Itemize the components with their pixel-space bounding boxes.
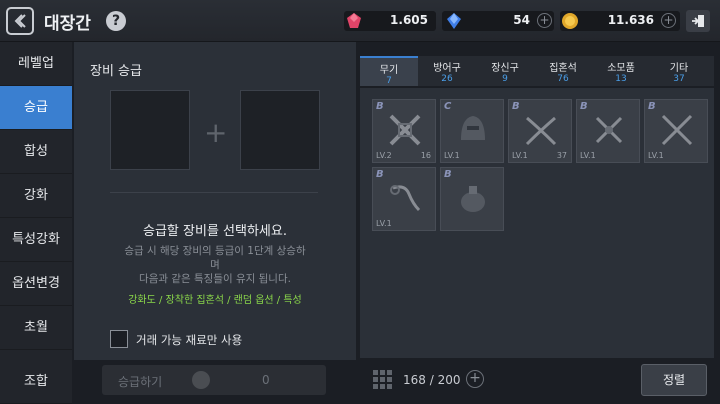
- tab-count: 13: [615, 74, 627, 84]
- promotion-description: 승급 시 해당 장비의 등급이 1단계 상승하 며 다음과 같은 특징들이 유지…: [104, 244, 326, 286]
- item-grade: B: [648, 101, 656, 112]
- crossed-swords-icon: [389, 114, 421, 146]
- inventory-item[interactable]: B LV.1: [644, 99, 708, 163]
- target-equipment-slot[interactable]: [110, 90, 190, 170]
- tab-count: 76: [557, 74, 569, 84]
- item-level: LV.1: [444, 151, 460, 160]
- tradable-only-label[interactable]: 거래 가능 재료만 사용: [136, 332, 242, 348]
- add-gold-button[interactable]: +: [661, 13, 676, 28]
- inventory-item[interactable]: B LV.1: [372, 167, 436, 231]
- gem-amount: 54: [513, 13, 530, 27]
- item-level: LV.1: [648, 151, 664, 160]
- tab-weapon[interactable]: 무기 7: [360, 56, 418, 86]
- tab-soulstone[interactable]: 집혼석 76: [534, 56, 592, 86]
- sidebar: 레벨업 승급 합성 강화 특성강화 옵션변경 초월 조합: [0, 42, 72, 404]
- chain-whip-icon: [390, 185, 421, 212]
- desc-line-3: 다음과 같은 특징들이 유지 됩니다.: [139, 273, 291, 285]
- tab-label: 무기: [379, 65, 399, 76]
- gold-coin-icon: [562, 13, 578, 29]
- back-button[interactable]: [6, 7, 34, 35]
- crossed-blades-icon: [661, 114, 693, 146]
- item-level: LV.1: [376, 219, 392, 228]
- sort-button[interactable]: 정렬: [641, 364, 707, 396]
- back-arrow-icon: [14, 14, 26, 28]
- promotion-panel: 장비 승급 + 승급할 장비를 선택하세요. 승급 시 해당 장비의 등급이 1…: [74, 42, 356, 360]
- sidebar-item-transcend[interactable]: 초월: [0, 306, 72, 350]
- armored-helm-icon: [461, 116, 485, 140]
- tab-label: 집혼석: [549, 63, 577, 74]
- tab-count: 37: [673, 74, 685, 84]
- inventory-capacity: 168 / 200: [403, 373, 461, 387]
- sidebar-item-enhance[interactable]: 강화: [0, 174, 72, 218]
- add-gem-button[interactable]: +: [537, 13, 552, 28]
- inventory-item[interactable]: B LV.2 16: [372, 99, 436, 163]
- retained-features: 강화도 / 장착한 집혼석 / 랜덤 옵션 / 특성: [128, 295, 302, 306]
- tab-etc[interactable]: 기타 37: [650, 56, 708, 86]
- item-grade: B: [376, 169, 384, 180]
- gold-amount: 11.636: [607, 13, 654, 27]
- tab-label: 방어구: [433, 63, 461, 74]
- tab-armor[interactable]: 방어구 26: [418, 56, 476, 86]
- divider: [110, 192, 318, 193]
- tab-count: 9: [502, 74, 508, 84]
- exit-door-icon: [692, 15, 704, 27]
- gold-coin-icon: [192, 371, 210, 389]
- sidebar-item-option-change[interactable]: 옵션변경: [0, 262, 72, 306]
- tab-label: 소모품: [607, 63, 635, 74]
- promote-cost: 0: [262, 373, 270, 387]
- material-equipment-slot[interactable]: [240, 90, 320, 170]
- exit-button[interactable]: [686, 10, 710, 32]
- tab-label: 장신구: [491, 63, 519, 74]
- inventory-grid-icon: [373, 370, 392, 389]
- tab-accessory[interactable]: 장신구 9: [476, 56, 534, 86]
- item-grade: B: [512, 101, 520, 112]
- category-tabs: 무기 7 방어구 26 장신구 9 집혼석 76 소모품 13 기타 37: [360, 56, 714, 86]
- desc-line-1: 승급 시 해당 장비의 등급이 1단계 상승하: [124, 245, 306, 257]
- plus-sign: +: [204, 116, 228, 149]
- page-title: 대장간: [44, 14, 91, 34]
- item-grade: B: [444, 169, 452, 180]
- select-prompt: 승급할 장비를 선택하세요.: [143, 224, 287, 239]
- item-grade: C: [444, 101, 452, 112]
- item-grade: B: [376, 101, 384, 112]
- tradable-only-checkbox[interactable]: [110, 330, 128, 348]
- crossed-daggers-icon: [595, 116, 623, 144]
- top-bar: 대장간 ? 1.605 54 + 11.636 +: [0, 0, 720, 42]
- item-level: LV.1: [512, 151, 528, 160]
- inventory-item[interactable]: B: [440, 167, 504, 231]
- pouch-icon: [461, 186, 485, 212]
- desc-line-2: 며: [210, 259, 220, 271]
- item-level: LV.1: [580, 151, 596, 160]
- sidebar-item-synthesis[interactable]: 합성: [0, 130, 72, 174]
- sidebar-item-promotion[interactable]: 승급: [0, 86, 72, 130]
- ruby-amount: 1.605: [390, 13, 428, 27]
- section-title: 장비 승급: [90, 64, 142, 79]
- sidebar-item-levelup[interactable]: 레벨업: [0, 42, 72, 86]
- item-count: 37: [556, 151, 567, 160]
- sidebar-item-trait-enhance[interactable]: 특성강화: [0, 218, 72, 262]
- inventory-item[interactable]: C LV.1: [440, 99, 504, 163]
- inventory-grid: B LV.2 16 C LV.1 B LV.1 37 B LV.1 B LV.1…: [360, 88, 714, 358]
- tab-consumable[interactable]: 소모품 13: [592, 56, 650, 86]
- tab-count: 7: [386, 76, 392, 86]
- inventory-item[interactable]: B LV.1: [576, 99, 640, 163]
- item-grade: B: [580, 101, 588, 112]
- blue-gem-icon: [447, 13, 461, 29]
- tab-count: 26: [441, 74, 453, 84]
- promote-button-label: 승급하기: [118, 375, 163, 389]
- item-count: 16: [420, 151, 431, 160]
- expand-inventory-button[interactable]: +: [466, 370, 484, 388]
- ruby-icon: [347, 13, 361, 28]
- inventory-item[interactable]: B LV.1 37: [508, 99, 572, 163]
- crossed-scimitars-icon: [525, 116, 557, 146]
- sidebar-item-combine[interactable]: 조합: [0, 360, 72, 404]
- tab-label: 기타: [669, 63, 689, 74]
- help-button[interactable]: ?: [106, 11, 126, 31]
- item-level: LV.2: [376, 151, 392, 160]
